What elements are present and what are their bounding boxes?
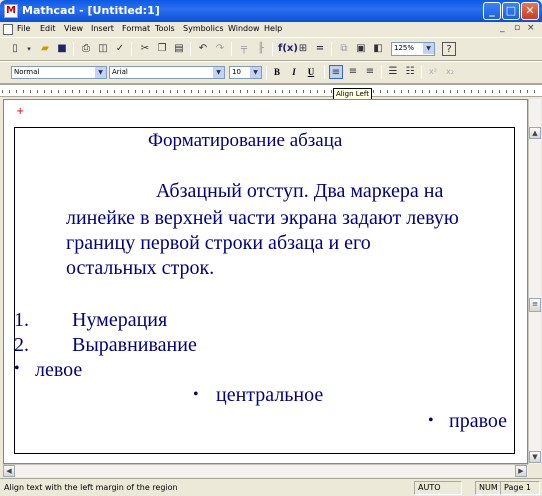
chevron-down-icon: ▼	[423, 43, 434, 54]
ruler[interactable]	[0, 84, 542, 97]
menu-view[interactable]: View	[64, 24, 83, 33]
close-button[interactable]: ✕	[521, 2, 539, 20]
copy-icon[interactable]: ❐	[155, 42, 169, 56]
scroll-right-icon[interactable]: ▶	[515, 465, 527, 477]
undo-icon[interactable]: ↶	[196, 42, 210, 56]
bullet-item-left: левое	[35, 359, 83, 381]
align-center-icon[interactable]: ≡	[346, 65, 360, 79]
mdi-restore-icon[interactable]: ▫	[514, 23, 520, 33]
status-message: Align text with the left margin of the r…	[4, 483, 178, 492]
status-mode: AUTO	[414, 481, 462, 495]
numbering-icon[interactable]: ☷	[403, 65, 417, 79]
save-icon[interactable]: ■	[55, 42, 69, 56]
font-size-value: 10	[232, 68, 241, 76]
italic-button[interactable]: I	[287, 65, 301, 79]
mdi-minimize-icon[interactable]: _	[500, 23, 505, 33]
help-icon[interactable]: ?	[442, 42, 456, 56]
cut-icon[interactable]: ✂	[138, 42, 152, 56]
list-item-numbering: Нумерация	[72, 309, 168, 331]
status-num: NUM	[475, 481, 501, 495]
minimize-button[interactable]: _	[483, 2, 501, 20]
redo-icon[interactable]: ↷	[213, 42, 227, 56]
underline-button[interactable]: U	[304, 65, 318, 79]
new-icon[interactable]: ▯	[8, 42, 22, 56]
scroll-up-icon[interactable]: ▲	[529, 127, 541, 139]
style-value: Normal	[14, 68, 40, 76]
menu-tools[interactable]: Tools	[155, 24, 175, 33]
resources-icon[interactable]: ◧	[371, 42, 385, 56]
zoom-value: 125%	[394, 44, 415, 52]
menu-insert[interactable]: Insert	[91, 24, 114, 33]
new-dropdown-icon[interactable]: ▾	[22, 42, 36, 56]
document-heading: Форматирование абзаца	[148, 130, 343, 151]
bullet-icon: •	[428, 412, 434, 429]
zoom-select[interactable]: 125% ▼	[391, 42, 435, 56]
status-page: Page 1	[500, 481, 540, 495]
print-preview-icon[interactable]: ◫	[96, 42, 110, 56]
bullet-icon: •	[14, 360, 20, 377]
font-select[interactable]: Arial ▼	[109, 66, 225, 79]
superscript-icon[interactable]: x²	[426, 65, 440, 79]
mdi-close-icon[interactable]: ×	[527, 23, 535, 33]
print-icon[interactable]: ⎙	[79, 42, 93, 56]
menu-edit[interactable]: Edit	[40, 24, 56, 33]
horizontal-scrollbar[interactable]: ◀ ▶	[3, 464, 528, 477]
subscript-icon[interactable]: x₂	[443, 65, 457, 79]
chevron-down-icon: ▼	[213, 67, 224, 78]
window-title: Mathcad - [Untitled:1]	[22, 4, 160, 17]
vertical-scrollbar[interactable]: ▲ ≡ ▼	[528, 99, 541, 464]
standard-toolbar: ▯ ▾ ▰ ■ ⎙ ◫ ✓ ✂ ❐ ▤ ↶ ↷ ╤ ╟ f(x) ⊞ = ⧉ ▣…	[0, 37, 542, 61]
bullets-icon[interactable]: ☰	[386, 65, 400, 79]
paragraph-line: остальных строк.	[66, 257, 215, 279]
menu-format[interactable]: Format	[122, 24, 150, 33]
scroll-left-icon[interactable]: ◀	[3, 465, 15, 477]
paragraph-line: Абзацный отступ. Два маркера на	[156, 180, 444, 202]
open-icon[interactable]: ▰	[38, 42, 52, 56]
bullet-item-center: центральное	[216, 384, 324, 406]
bold-button[interactable]: B	[270, 65, 284, 79]
menu-window[interactable]: Window	[228, 24, 260, 33]
title-bar: M Mathcad - [Untitled:1] _ □ ✕	[0, 0, 542, 22]
bullet-item-right: правое	[449, 410, 508, 432]
align-left-icon[interactable]: ≡	[329, 65, 343, 79]
insert-hyperlink-icon[interactable]: ⧉	[337, 42, 351, 56]
style-select[interactable]: Normal ▼	[11, 66, 107, 79]
spell-check-icon[interactable]: ✓	[113, 42, 127, 56]
chevron-down-icon: ▼	[95, 67, 106, 78]
font-value: Arial	[112, 68, 128, 76]
list-number: 1.	[14, 309, 29, 331]
align-right-icon[interactable]: ≡	[363, 65, 377, 79]
menu-symbolics[interactable]: Symbolics	[183, 24, 224, 33]
insert-function-icon[interactable]: f(x)	[278, 42, 298, 56]
maximize-button[interactable]: □	[502, 2, 520, 20]
crosshair-cursor-icon: +	[16, 106, 25, 117]
list-number: 2.	[14, 334, 29, 356]
list-item-alignment: Выравнивание	[72, 334, 197, 356]
scroll-down-icon[interactable]: ▼	[529, 451, 541, 463]
menu-file[interactable]: File	[17, 24, 30, 33]
calculate-icon[interactable]: =	[313, 42, 327, 56]
document-icon[interactable]	[3, 24, 13, 35]
paragraph-line: линейке в верхней части экрана задают ле…	[66, 207, 459, 229]
paste-icon[interactable]: ▤	[172, 42, 186, 56]
scroll-thumb[interactable]: ≡	[529, 298, 541, 312]
component-icon[interactable]: ▣	[354, 42, 368, 56]
align-down-icon[interactable]: ╟	[254, 42, 268, 56]
status-bar: Align text with the left margin of the r…	[0, 478, 542, 496]
paragraph-line: границу первой строки абзаца и его	[66, 232, 371, 254]
align-top-icon[interactable]: ╤	[237, 42, 251, 56]
bullet-icon: •	[193, 386, 199, 403]
mathcad-app-icon[interactable]: M	[4, 4, 18, 18]
menu-bar: File Edit View Insert Format Tools Symbo…	[0, 22, 542, 37]
chevron-down-icon: ▼	[250, 67, 261, 78]
menu-help[interactable]: Help	[264, 24, 282, 33]
font-size-select[interactable]: 10 ▼	[229, 66, 262, 79]
insert-unit-icon[interactable]: ⊞	[296, 42, 310, 56]
